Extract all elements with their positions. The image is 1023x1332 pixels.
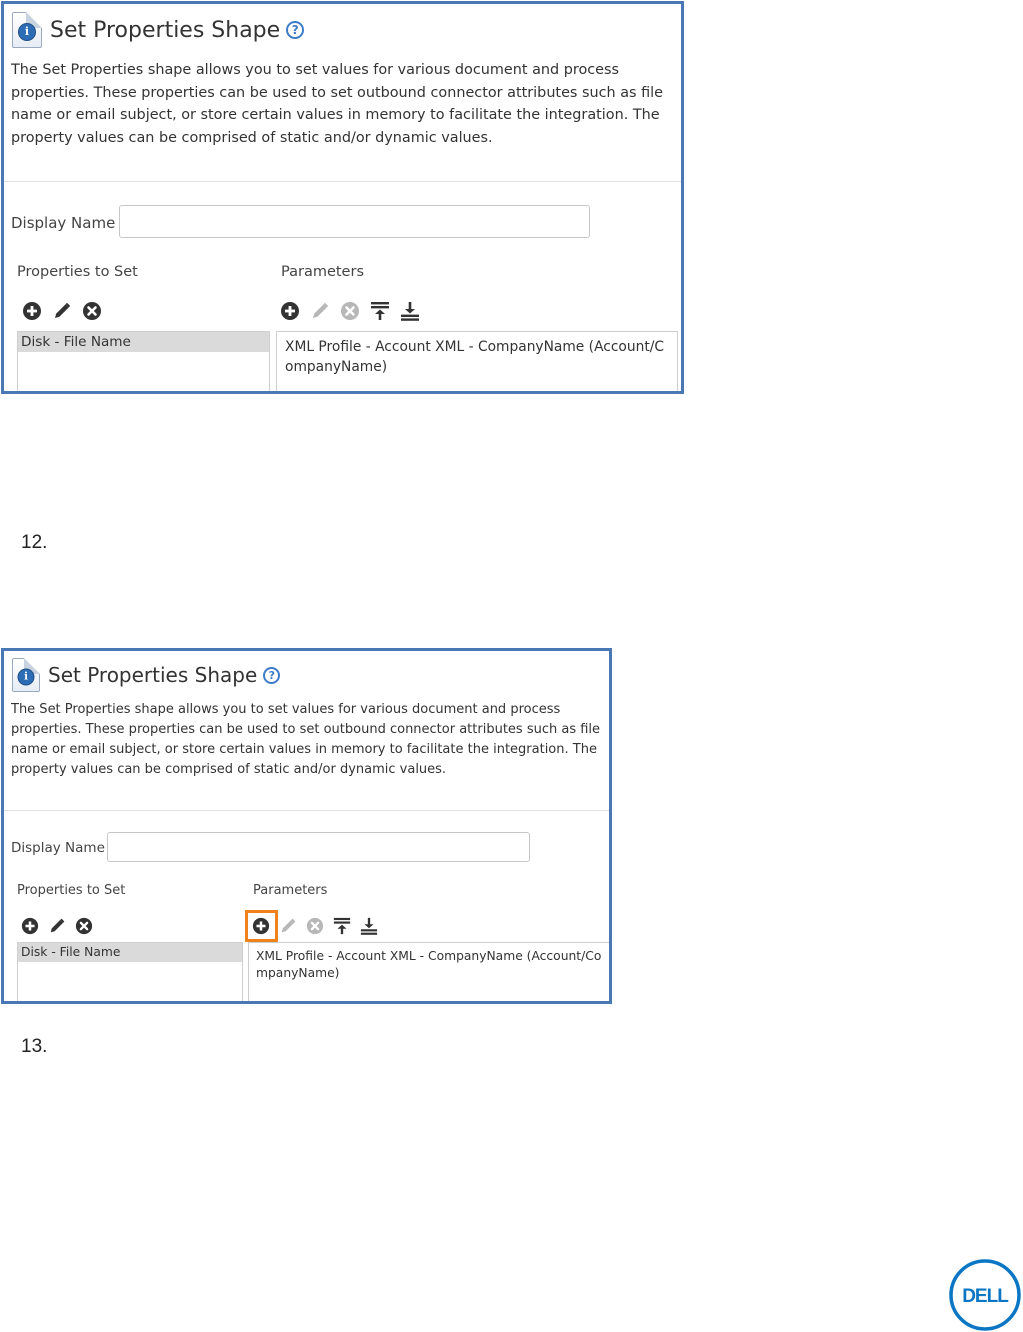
move-to-bottom-icon[interactable] — [400, 301, 420, 321]
document-info-icon: i — [12, 658, 40, 692]
add-parameter-icon[interactable] — [280, 301, 300, 321]
properties-list: Disk - File Name — [17, 331, 270, 391]
list-item[interactable]: Disk - File Name — [18, 332, 269, 352]
edit-parameter-icon[interactable] — [310, 301, 330, 321]
set-properties-panel-2: i Set Properties Shape ? The Set Propert… — [1, 648, 612, 1004]
move-to-top-icon[interactable] — [370, 301, 390, 321]
panel-header: i Set Properties Shape ? — [12, 12, 305, 48]
parameters-list: XML Profile - Account XML - CompanyName … — [248, 942, 609, 1001]
panel-description: The Set Properties shape allows you to s… — [11, 702, 601, 777]
list-item[interactable]: XML Profile - Account XML - CompanyName … — [277, 332, 677, 382]
add-property-icon[interactable] — [21, 917, 39, 935]
panel-title: Set Properties Shape — [48, 663, 258, 687]
parameters-toolbar — [280, 301, 420, 321]
dell-logo-icon: DELL — [949, 1259, 1021, 1331]
panel-header: i Set Properties Shape ? — [12, 658, 281, 692]
dell-logo-text: DELL — [962, 1286, 1009, 1307]
panel-title: Set Properties Shape — [50, 17, 281, 43]
delete-parameter-icon[interactable] — [306, 917, 324, 935]
question-circle-icon[interactable]: ? — [263, 666, 281, 684]
list-item[interactable]: Disk - File Name — [18, 943, 242, 962]
parameters-list: XML Profile - Account XML - CompanyName … — [276, 331, 678, 391]
move-to-bottom-icon[interactable] — [360, 917, 378, 935]
properties-toolbar — [21, 917, 93, 935]
delete-property-icon[interactable] — [75, 917, 93, 935]
set-properties-panel-1: i Set Properties Shape ? The Set Propert… — [1, 1, 684, 394]
add-parameter-highlight — [245, 910, 278, 942]
properties-to-set-label: Properties to Set — [17, 264, 138, 280]
display-name-label: Display Name — [11, 840, 105, 856]
properties-list: Disk - File Name — [17, 942, 243, 1001]
divider — [4, 810, 609, 811]
panel-description: The Set Properties shape allows you to s… — [11, 62, 664, 146]
delete-parameter-icon[interactable] — [340, 301, 360, 321]
edit-property-icon[interactable] — [48, 917, 66, 935]
properties-toolbar — [22, 301, 102, 321]
question-circle-icon[interactable]: ? — [286, 21, 305, 39]
step-number: 12. — [21, 532, 48, 553]
display-name-input[interactable] — [107, 832, 530, 862]
move-to-top-icon[interactable] — [333, 917, 351, 935]
document-info-icon: i — [12, 12, 42, 48]
add-property-icon[interactable] — [22, 301, 42, 321]
display-name-label: Display Name — [11, 214, 116, 232]
edit-property-icon[interactable] — [52, 301, 72, 321]
list-item[interactable]: XML Profile - Account XML - CompanyName … — [249, 943, 609, 987]
delete-property-icon[interactable] — [82, 301, 102, 321]
properties-to-set-label: Properties to Set — [17, 883, 126, 898]
step-number: 13. — [21, 1036, 48, 1057]
divider — [4, 181, 681, 182]
edit-parameter-icon[interactable] — [279, 917, 297, 935]
parameters-label: Parameters — [253, 883, 328, 898]
parameters-label: Parameters — [281, 264, 364, 280]
display-name-input[interactable] — [119, 205, 590, 238]
